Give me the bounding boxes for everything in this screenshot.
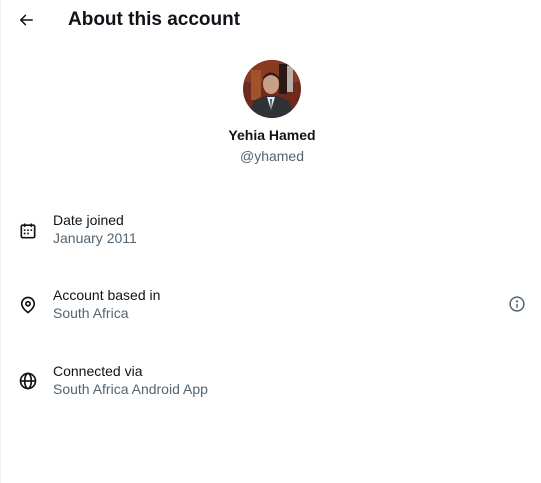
page-title: About this account [68, 9, 241, 30]
info-row-account-based-in: Account based in South Africa [0, 286, 541, 332]
location-pin-icon [17, 294, 39, 316]
date-joined-value: January 2011 [53, 230, 137, 246]
connected-via-label: Connected via [53, 363, 143, 379]
back-button[interactable] [12, 6, 40, 34]
avatar-image [243, 60, 301, 118]
account-based-in-value: South Africa [53, 305, 129, 321]
display-name: Yehia Hamed [228, 127, 316, 143]
info-row-date-joined: Date joined January 2011 [0, 211, 541, 257]
header: About this account [0, 0, 541, 40]
avatar[interactable] [243, 60, 301, 118]
info-button[interactable] [506, 293, 528, 315]
account-based-in-label: Account based in [53, 287, 161, 303]
arrow-left-icon [19, 14, 33, 26]
date-joined-label: Date joined [53, 212, 124, 228]
username-handle: @yhamed [239, 148, 305, 164]
globe-icon [17, 370, 39, 392]
info-icon [509, 296, 525, 312]
calendar-icon [17, 220, 39, 242]
connected-via-value: South Africa Android App [53, 381, 208, 397]
info-row-connected-via: Connected via South Africa Android App [0, 362, 541, 408]
